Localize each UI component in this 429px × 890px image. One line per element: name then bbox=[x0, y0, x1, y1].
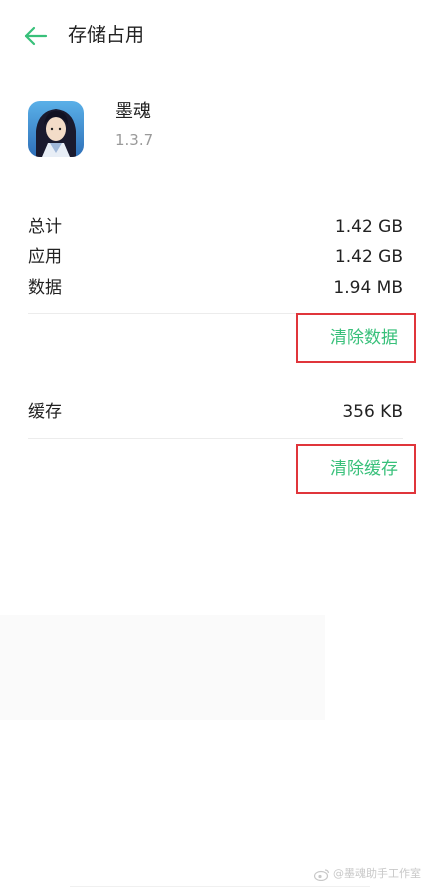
watermark: @墨魂助手工作室 bbox=[313, 864, 421, 884]
clear-data-label: 清除数据 bbox=[330, 328, 398, 348]
divider bbox=[70, 886, 370, 887]
watermark-text: @墨魂助手工作室 bbox=[333, 867, 421, 880]
row-value: 1.94 MB bbox=[333, 278, 403, 298]
storage-row-data: 数据 1.94 MB bbox=[28, 273, 403, 303]
row-value: 356 KB bbox=[342, 402, 403, 422]
app-name: 墨魂 bbox=[115, 101, 151, 122]
divider bbox=[28, 438, 403, 439]
row-label: 缓存 bbox=[28, 402, 62, 422]
app-bar: 存储占用 bbox=[0, 0, 429, 70]
row-label: 应用 bbox=[28, 247, 62, 267]
cache-row: 缓存 356 KB bbox=[28, 397, 403, 427]
weibo-icon bbox=[313, 868, 330, 881]
page-title: 存储占用 bbox=[68, 24, 145, 46]
row-value: 1.42 GB bbox=[334, 217, 403, 237]
background-panel bbox=[0, 615, 325, 720]
row-value: 1.42 GB bbox=[334, 247, 403, 267]
back-button[interactable] bbox=[22, 22, 52, 50]
storage-row-app: 应用 1.42 GB bbox=[28, 242, 403, 272]
storage-row-total: 总计 1.42 GB bbox=[28, 212, 403, 242]
app-version: 1.3.7 bbox=[115, 131, 154, 149]
row-label: 数据 bbox=[28, 278, 62, 298]
app-icon bbox=[28, 101, 84, 157]
clear-cache-button[interactable]: 清除缓存 bbox=[296, 444, 416, 494]
row-label: 总计 bbox=[28, 217, 62, 237]
arrow-left-icon bbox=[24, 26, 48, 46]
clear-data-button[interactable]: 清除数据 bbox=[296, 313, 416, 363]
app-info: 墨魂 1.3.7 bbox=[0, 95, 429, 165]
clear-cache-label: 清除缓存 bbox=[330, 459, 398, 479]
